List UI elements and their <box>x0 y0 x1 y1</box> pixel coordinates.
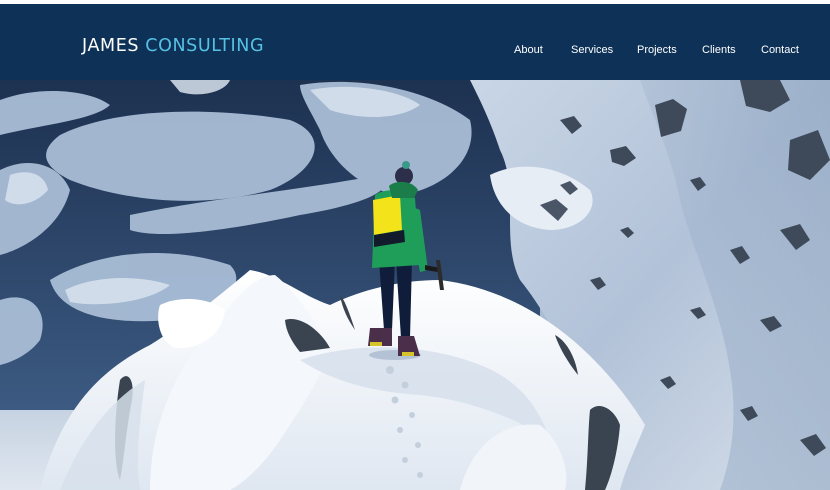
nav-item-contact[interactable]: Contact <box>761 44 799 57</box>
nav-item-about[interactable]: About <box>514 44 543 57</box>
nav-item-projects[interactable]: Projects <box>637 44 677 57</box>
hero-image <box>0 80 830 490</box>
main-nav: About Services Projects Clients Contact <box>0 44 830 58</box>
site-header: JAMES CONSULTING About Services Projects… <box>0 4 830 80</box>
page: JAMES CONSULTING About Services Projects… <box>0 0 830 490</box>
nav-item-clients[interactable]: Clients <box>702 44 736 57</box>
hero-illustration <box>0 80 830 490</box>
nav-item-services[interactable]: Services <box>571 44 613 57</box>
